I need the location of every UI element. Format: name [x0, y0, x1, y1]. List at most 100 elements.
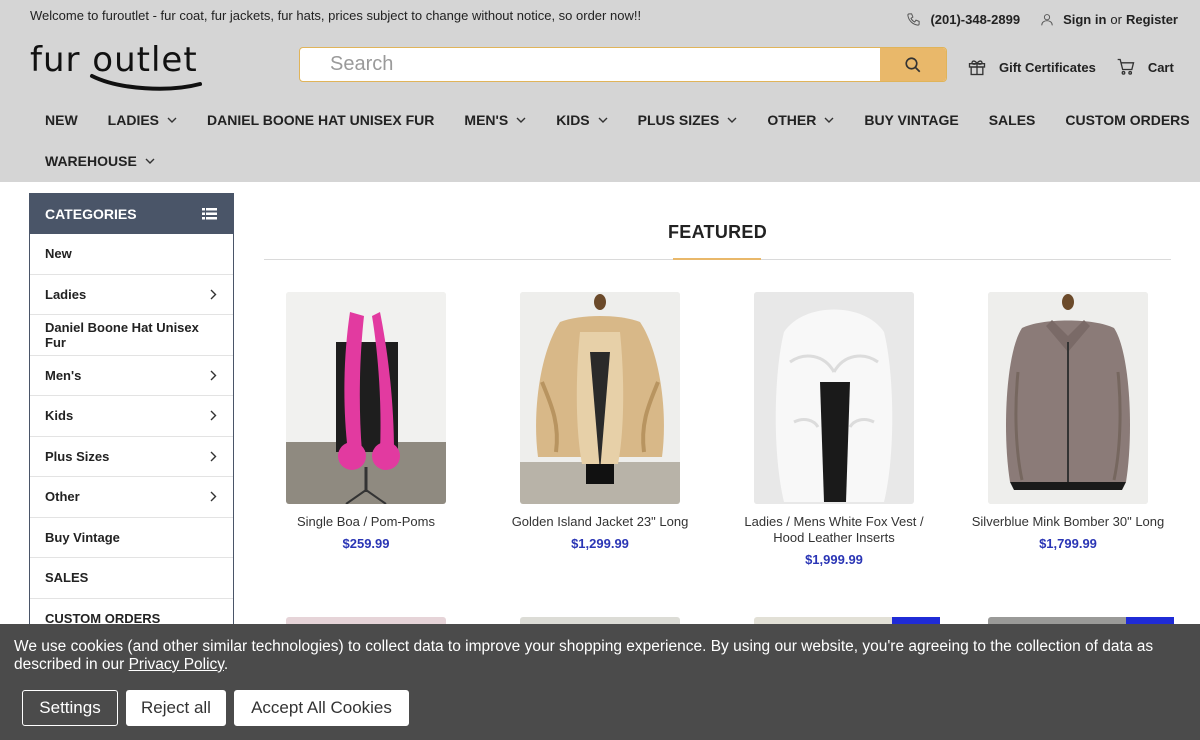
privacy-policy-link[interactable]: Privacy Policy	[129, 656, 224, 673]
cart-icon	[1117, 58, 1135, 75]
chevron-down-icon	[727, 117, 737, 123]
nav-label: OTHER	[767, 112, 817, 128]
chevron-down-icon	[167, 117, 177, 123]
chevron-right-icon	[210, 370, 217, 381]
nav-label: SALES	[988, 112, 1036, 128]
categories-sidebar: CATEGORIES New Ladies Daniel Boone Hat U…	[29, 193, 234, 633]
sidebar-item-daniel-boone[interactable]: Daniel Boone Hat Unisex Fur	[30, 315, 233, 356]
sidebar-item-ladies[interactable]: Ladies	[30, 275, 233, 315]
product-price: $1,999.99	[805, 552, 863, 567]
sidebar-item-other[interactable]: Other	[30, 477, 233, 518]
sidebar-item-label: Plus Sizes	[45, 448, 110, 464]
cart-label: Cart	[1147, 59, 1174, 75]
nav-label: NEW	[45, 112, 78, 128]
gift-icon	[968, 60, 986, 76]
cookie-settings-button[interactable]: Settings	[22, 690, 118, 726]
nav-label: WAREHOUSE	[45, 153, 137, 169]
chevron-right-icon	[210, 410, 217, 421]
nav-item-sales[interactable]: SALES	[974, 112, 1051, 128]
list-icon[interactable]	[202, 207, 217, 220]
logo-swoosh-icon	[90, 74, 202, 91]
sign-in-link[interactable]: Sign in	[1063, 12, 1106, 27]
cookie-message: We use cookies (and other similar techno…	[14, 638, 1164, 674]
phone-link[interactable]: (201)-348-2899	[906, 12, 1020, 27]
gift-certificates-link[interactable]: Gift Certificates	[967, 57, 1096, 77]
sidebar-item-buy-vintage[interactable]: Buy Vintage	[30, 518, 233, 558]
chevron-right-icon	[210, 289, 217, 300]
sidebar-item-label: New	[45, 246, 72, 262]
main-nav: NEW LADIES DANIEL BOONE HAT UNISEX FUR M…	[30, 102, 1190, 179]
nav-item-custom-orders[interactable]: CUSTOM ORDERS	[1050, 112, 1200, 128]
sidebar-item-label: SALES	[45, 570, 89, 586]
nav-item-buy-vintage[interactable]: BUY VINTAGE	[849, 112, 973, 128]
product-image[interactable]	[754, 292, 914, 504]
search-button[interactable]	[880, 48, 946, 81]
site-logo[interactable]: fur outlet	[30, 40, 220, 92]
cookie-banner: We use cookies (and other similar techno…	[0, 624, 1200, 740]
reject-all-button[interactable]: Reject all	[126, 690, 226, 726]
nav-label: BUY VINTAGE	[864, 112, 959, 128]
sidebar-item-label: Other	[45, 489, 80, 505]
nav-label: KIDS	[556, 112, 590, 128]
product-name[interactable]: Ladies / Mens White Fox Vest / Hood Leat…	[734, 514, 934, 546]
nav-item-plus-sizes[interactable]: PLUS SIZES	[623, 112, 753, 128]
product-price: $1,299.99	[571, 536, 629, 551]
product-card[interactable]: Single Boa / Pom-Poms $259.99	[266, 292, 466, 551]
cookie-message-end: .	[223, 656, 229, 673]
search-bar	[299, 47, 947, 82]
featured-underline	[673, 258, 761, 260]
chevron-right-icon	[210, 491, 217, 502]
search-input[interactable]	[300, 48, 880, 81]
product-image[interactable]	[286, 292, 446, 504]
site-header: Welcome to furoutlet - fur coat, fur jac…	[0, 0, 1200, 182]
nav-label: CUSTOM ORDERS	[1065, 112, 1190, 128]
nav-item-mens[interactable]: MEN'S	[449, 112, 541, 128]
product-name[interactable]: Golden Island Jacket 23" Long	[500, 514, 700, 530]
product-card[interactable]: Golden Island Jacket 23" Long $1,299.99	[500, 292, 700, 551]
header-actions: Gift Certificates Cart	[967, 57, 1194, 77]
featured-title: FEATURED	[667, 222, 768, 242]
nav-item-daniel-boone[interactable]: DANIEL BOONE HAT UNISEX FUR	[192, 112, 449, 128]
product-name[interactable]: Single Boa / Pom-Poms	[266, 514, 466, 530]
cart-link[interactable]: Cart	[1116, 57, 1174, 77]
product-price: $1,799.99	[1039, 536, 1097, 551]
product-image[interactable]	[520, 292, 680, 504]
sidebar-item-sales[interactable]: SALES	[30, 558, 233, 599]
accept-all-cookies-button[interactable]: Accept All Cookies	[234, 690, 409, 726]
account-links: Sign in or Register	[1040, 12, 1178, 27]
categories-header: CATEGORIES	[30, 193, 233, 234]
product-photo	[286, 292, 446, 504]
sidebar-item-label: Daniel Boone Hat Unisex Fur	[45, 319, 199, 350]
register-link[interactable]: Register	[1126, 12, 1178, 27]
sidebar-item-label: Buy Vintage	[45, 529, 120, 545]
categories-title: CATEGORIES	[45, 205, 137, 222]
user-icon	[1041, 14, 1053, 26]
search-icon	[905, 56, 921, 72]
nav-item-new[interactable]: NEW	[30, 112, 93, 128]
nav-row-1: NEW LADIES DANIEL BOONE HAT UNISEX FUR M…	[30, 102, 1190, 138]
nav-label: DANIEL BOONE HAT UNISEX FUR	[207, 112, 435, 128]
sidebar-item-new[interactable]: New	[30, 234, 233, 275]
product-photo	[520, 292, 680, 504]
product-card[interactable]: Ladies / Mens White Fox Vest / Hood Leat…	[734, 292, 934, 567]
product-image[interactable]	[988, 292, 1148, 504]
nav-label: PLUS SIZES	[637, 112, 720, 128]
gift-certificates-label: Gift Certificates	[999, 59, 1096, 75]
product-price: $259.99	[342, 536, 390, 551]
welcome-message: Welcome to furoutlet - fur coat, fur jac…	[30, 8, 642, 23]
nav-item-ladies[interactable]: LADIES	[93, 112, 192, 128]
top-right-links: (201)-348-2899 Sign in or Register	[906, 12, 1178, 27]
sidebar-item-label: Ladies	[45, 286, 87, 302]
nav-label: LADIES	[107, 112, 160, 128]
chevron-down-icon	[598, 117, 608, 123]
nav-item-warehouse[interactable]: WAREHOUSE	[30, 153, 170, 169]
sidebar-item-mens[interactable]: Men's	[30, 356, 233, 396]
nav-item-kids[interactable]: KIDS	[541, 112, 622, 128]
nav-item-other[interactable]: OTHER	[752, 112, 849, 128]
product-photo	[754, 292, 914, 504]
product-photo	[988, 292, 1148, 504]
sidebar-item-kids[interactable]: Kids	[30, 396, 233, 437]
product-name[interactable]: Silverblue Mink Bomber 30" Long	[968, 514, 1168, 530]
product-card[interactable]: Silverblue Mink Bomber 30" Long $1,799.9…	[968, 292, 1168, 551]
sidebar-item-plus-sizes[interactable]: Plus Sizes	[30, 437, 233, 477]
